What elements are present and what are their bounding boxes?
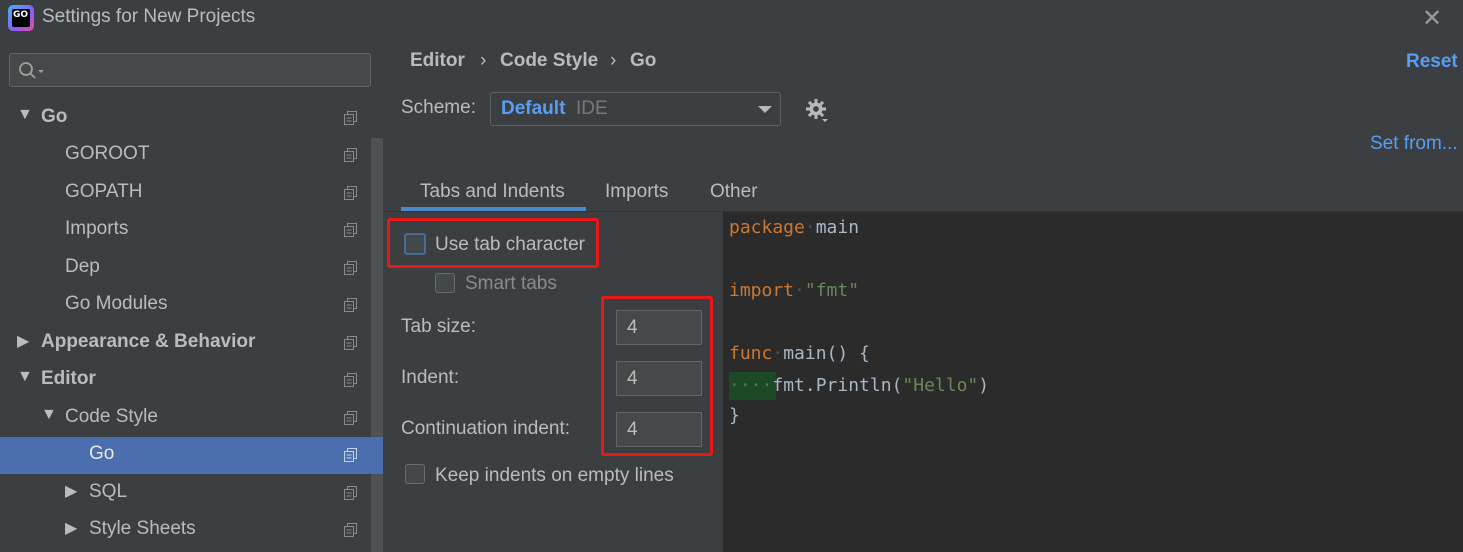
- breadcrumb-code-style[interactable]: Code Style: [500, 50, 598, 72]
- copy-icon: [344, 261, 357, 275]
- tab-imports[interactable]: Imports: [605, 181, 668, 203]
- tree-item-go-modules[interactable]: Go Modules: [0, 287, 371, 324]
- copy-icon: [344, 486, 357, 500]
- scheme-label: Scheme:: [401, 97, 476, 118]
- keep-indents-label[interactable]: Keep indents on empty lines: [435, 465, 674, 487]
- smart-tabs-label[interactable]: Smart tabs: [465, 273, 557, 295]
- tree-item-label: Editor: [41, 368, 96, 389]
- continuation-indent-label: Continuation indent:: [401, 418, 571, 439]
- tree-item-code-style-go[interactable]: Go: [0, 437, 383, 474]
- code-line-5: func·main() {: [729, 343, 870, 364]
- copy-icon: [344, 298, 357, 312]
- tree-item-label: Go Modules: [65, 293, 168, 314]
- tree-item-sql[interactable]: ▶ SQL: [0, 475, 371, 512]
- collapsed-arrow-icon[interactable]: ▶: [17, 331, 29, 351]
- sidebar-scrollbar[interactable]: [371, 138, 383, 552]
- search-input[interactable]: [9, 53, 371, 87]
- goland-app-icon: GO: [8, 5, 34, 31]
- tab-other[interactable]: Other: [710, 181, 758, 203]
- breadcrumb-separator: ›: [480, 50, 487, 71]
- code-line-3: import·"fmt": [729, 280, 860, 301]
- tree-item-label: Go: [41, 106, 68, 127]
- copy-icon: [344, 223, 357, 237]
- highlight-box: [387, 218, 599, 268]
- tab-tabs-and-indents[interactable]: Tabs and Indents: [420, 181, 565, 203]
- scheme-dropdown[interactable]: Default IDE: [490, 92, 781, 126]
- tree-item-label: GOROOT: [65, 143, 150, 164]
- highlight-box: [601, 296, 713, 456]
- code-line-1: package·main: [729, 217, 860, 238]
- tree-item-label: Appearance & Behavior: [41, 331, 256, 352]
- expanded-arrow-icon[interactable]: ▼: [17, 368, 33, 386]
- collapsed-arrow-icon[interactable]: ▶: [65, 518, 77, 538]
- tree-item-label: GOPATH: [65, 181, 143, 202]
- tree-item-label: Style Sheets: [89, 518, 196, 539]
- tree-item-label: Go: [89, 443, 115, 464]
- expanded-arrow-icon[interactable]: ▼: [41, 406, 57, 424]
- copy-icon: [344, 373, 357, 387]
- tree-item-editor[interactable]: ▼ Editor: [0, 362, 371, 399]
- tree-item-dep[interactable]: Dep: [0, 250, 371, 287]
- code-line-7: }: [729, 405, 740, 426]
- tree-item-label: SQL: [89, 481, 128, 502]
- window-title: Settings for New Projects: [42, 6, 256, 27]
- chevron-down-icon: [758, 106, 772, 113]
- close-icon[interactable]: ✕: [1422, 4, 1442, 32]
- title-bar: GO Settings for New Projects ✕: [0, 0, 1463, 36]
- indent-label: Indent:: [401, 367, 460, 388]
- scheme-name: Default: [501, 98, 566, 119]
- tree-item-label: Dep: [65, 256, 100, 277]
- expanded-arrow-icon[interactable]: ▼: [17, 106, 33, 124]
- tree-item-code-style[interactable]: ▼ Code Style: [0, 400, 371, 437]
- settings-sidebar: ▼ Go GOROOT GOPATH Imports Dep Go Module…: [0, 36, 383, 552]
- tab-size-label: Tab size:: [401, 316, 476, 337]
- tree-item-imports[interactable]: Imports: [0, 212, 371, 249]
- copy-icon: [344, 111, 357, 125]
- copy-icon: [344, 448, 357, 462]
- copy-icon: [344, 186, 357, 200]
- tree-item-label: Imports: [65, 218, 129, 239]
- tree-item-appearance-behavior[interactable]: ▶ Appearance & Behavior: [0, 325, 371, 362]
- search-icon: [19, 62, 44, 79]
- tree-item-label: Code Style: [65, 406, 158, 427]
- smart-tabs-checkbox[interactable]: [435, 273, 455, 293]
- code-line-6: ····fmt.Println("Hello"): [729, 375, 990, 396]
- tree-item-go[interactable]: ▼ Go: [0, 100, 371, 137]
- breadcrumb-editor[interactable]: Editor: [410, 50, 465, 72]
- tree-item-goroot[interactable]: GOROOT: [0, 137, 371, 174]
- copy-icon: [344, 148, 357, 162]
- copy-icon: [344, 523, 357, 537]
- copy-icon: [344, 336, 357, 350]
- keep-indents-checkbox[interactable]: [405, 464, 425, 484]
- tree-item-gopath[interactable]: GOPATH: [0, 175, 371, 212]
- scheme-type: IDE: [576, 98, 608, 119]
- breadcrumb-go: Go: [630, 50, 657, 71]
- copy-icon: [344, 411, 357, 425]
- reset-link[interactable]: Reset: [1406, 51, 1458, 73]
- collapsed-arrow-icon[interactable]: ▶: [65, 481, 77, 501]
- gear-icon[interactable]: [805, 98, 831, 124]
- set-from-link[interactable]: Set from...: [1370, 133, 1458, 155]
- tree-item-style-sheets[interactable]: ▶ Style Sheets: [0, 512, 371, 549]
- tab-bar: Tabs and Indents Imports Other: [384, 172, 1463, 212]
- breadcrumb-separator: ›: [610, 50, 617, 71]
